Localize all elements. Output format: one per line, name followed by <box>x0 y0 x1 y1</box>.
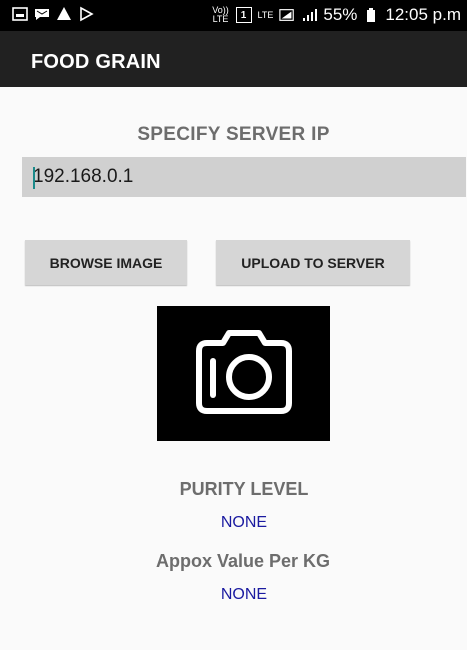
play-icon <box>78 6 94 22</box>
appox-value-label: Appox Value Per KG <box>155 551 331 571</box>
upload-to-server-button[interactable]: UPLOAD TO SERVER <box>216 240 410 285</box>
lte-indicator: LTE <box>257 9 274 20</box>
browse-image-button[interactable]: BROWSE IMAGE <box>25 240 187 285</box>
gallery-icon <box>12 6 28 22</box>
signal-bars-icon <box>301 7 318 23</box>
purity-level-label: PURITY LEVEL <box>179 479 309 499</box>
server-ip-field[interactable] <box>22 157 466 197</box>
warning-icon <box>56 6 72 22</box>
app-title: FOOD GRAIN <box>31 51 161 73</box>
clock: 12:05 p.m <box>385 5 461 24</box>
notification-icons <box>12 6 94 22</box>
sim-indicator: 1 <box>235 7 252 23</box>
status-bar: Vo)) LTE 1 LTE 55% 12:05 p.m <box>0 0 467 31</box>
app-bar: FOOD GRAIN <box>0 31 467 87</box>
signal-icon <box>279 7 295 23</box>
appox-value-value: NONE <box>220 586 268 603</box>
system-indicators: Vo)) LTE 1 LTE 55% 12:05 p.m <box>212 5 461 25</box>
text-cursor <box>33 167 35 189</box>
server-ip-label: SPECIFY SERVER IP <box>137 124 330 145</box>
server-ip-input[interactable] <box>22 157 466 197</box>
volte-indicator: Vo)) LTE <box>212 5 229 24</box>
camera-icon <box>189 321 299 426</box>
image-preview[interactable] <box>157 306 330 441</box>
battery-icon <box>363 7 379 23</box>
battery-percent: 55% <box>323 5 358 24</box>
message-icon <box>34 6 50 22</box>
purity-level-value: NONE <box>220 514 268 531</box>
